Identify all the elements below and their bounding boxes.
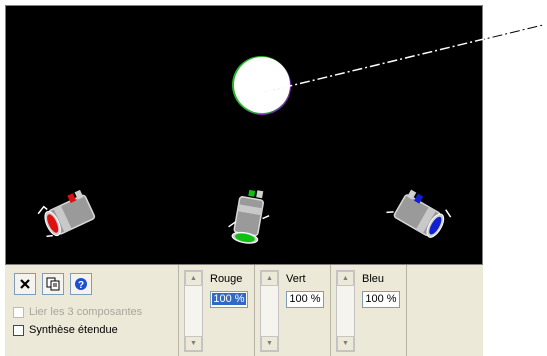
green-spotlight-icon[interactable]: [226, 186, 273, 246]
red-channel-group: ▲ ▼ Rouge 100 %: [178, 265, 254, 356]
red-channel-title: Rouge: [210, 273, 243, 285]
red-value-text: 100 %: [212, 293, 246, 305]
blue-slider[interactable]: ▲ ▼: [336, 270, 355, 352]
svg-text:?: ?: [78, 280, 84, 291]
red-value-field[interactable]: 100 %: [210, 291, 248, 308]
blue-spotlight-icon[interactable]: [386, 185, 452, 242]
blue-channel-group: ▲ ▼ Bleu 100 %: [330, 265, 406, 356]
green-slider-down-button[interactable]: ▼: [261, 336, 278, 351]
red-slider-down-button[interactable]: ▼: [185, 336, 202, 351]
link-components-option: Lier les 3 composantes: [13, 306, 142, 318]
green-value-text: 100 %: [289, 293, 321, 305]
link-components-checkbox: [13, 306, 24, 318]
panel-divider: [406, 265, 407, 356]
close-icon: [20, 279, 30, 289]
extended-synthesis-option[interactable]: Synthèse étendue: [13, 324, 118, 336]
green-channel-group: ▲ ▼ Vert 100 %: [254, 265, 330, 356]
help-icon: ?: [75, 278, 87, 291]
green-slider[interactable]: ▲ ▼: [260, 270, 279, 352]
blue-channel-title: Bleu: [362, 273, 385, 285]
blue-slider-up-button[interactable]: ▲: [337, 271, 354, 286]
red-slider-up-button[interactable]: ▲: [185, 271, 202, 286]
control-panel: ? Lier les 3 composantes Synthèse étendu…: [5, 265, 483, 356]
link-components-label: Lier les 3 composantes: [29, 306, 143, 318]
blue-slider-down-button[interactable]: ▼: [337, 336, 354, 351]
extended-synthesis-label: Synthèse étendue: [29, 324, 118, 336]
green-channel-title: Vert: [286, 273, 306, 285]
blue-value-field[interactable]: 100 %: [362, 291, 400, 308]
red-slider[interactable]: ▲ ▼: [184, 270, 203, 352]
green-value-field[interactable]: 100 %: [286, 291, 324, 308]
green-slider-up-button[interactable]: ▲: [261, 271, 278, 286]
stage-canvas: [35, 56, 452, 246]
blue-value-text: 100 %: [365, 293, 397, 305]
help-button[interactable]: ?: [70, 273, 92, 295]
mixed-light-circle: [232, 56, 291, 115]
copy-icon: [46, 277, 60, 291]
copy-button[interactable]: [42, 273, 64, 295]
close-button[interactable]: [14, 273, 36, 295]
light-stage: [5, 5, 483, 265]
red-spotlight-icon[interactable]: [35, 189, 96, 240]
extended-synthesis-checkbox[interactable]: [13, 324, 24, 336]
